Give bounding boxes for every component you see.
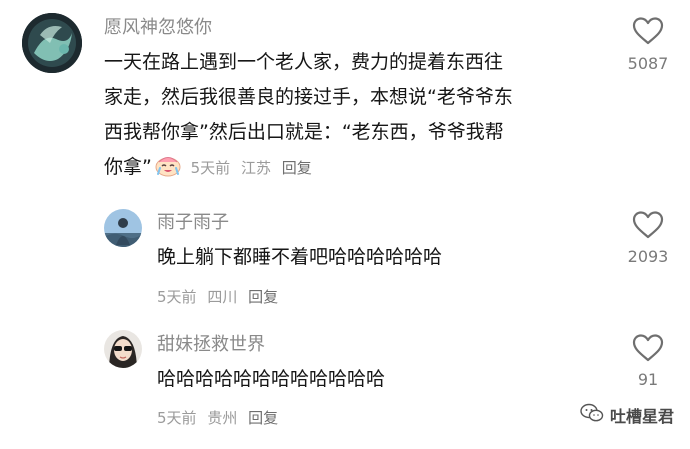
comment-3-like-button[interactable]	[631, 333, 665, 363]
comment-3-time: 5天前	[157, 409, 197, 427]
avatar-2-image	[104, 209, 142, 247]
comment-2-time: 5天前	[157, 288, 197, 306]
avatar-3[interactable]	[104, 330, 142, 368]
comment-3-like-count: 91	[637, 370, 659, 389]
comment-1-like-button[interactable]	[631, 16, 665, 46]
comment-3-location: 贵州	[207, 409, 238, 427]
comment-1-reply-button[interactable]: 回复	[282, 159, 312, 177]
watermark: 吐槽星君	[580, 403, 674, 427]
comment-1-body: 一天在路上遇到一个老人家，费力的提着东西往 家走，然后我很善良的接过手，本想说“…	[104, 45, 604, 189]
comment-3-reply-button[interactable]: 回复	[248, 409, 278, 427]
comment-1-line-4-text: 你拿”	[104, 156, 152, 178]
comment-2-body: 晚上躺下都睡不着吧哈哈哈哈哈哈	[157, 240, 597, 275]
comment-2-meta: 5天前 四川 回复	[157, 286, 284, 307]
comment-3-username[interactable]: 甜妹拯救世界	[157, 330, 265, 356]
comment-2-reply-button[interactable]: 回复	[248, 288, 278, 306]
comment-1-like-count: 5087	[627, 54, 669, 73]
comment-1-time: 5天前	[190, 159, 231, 177]
laughing-cry-emoji-icon	[154, 153, 182, 189]
watermark-text: 吐槽星君	[609, 407, 674, 426]
heart-icon	[632, 334, 664, 362]
comment-2-location: 四川	[207, 288, 238, 306]
avatar-3-image	[104, 330, 142, 368]
comment-2-like-count: 2093	[627, 247, 669, 266]
comment-2-line-1: 晚上躺下都睡不着吧哈哈哈哈哈哈	[157, 246, 443, 268]
avatar-1[interactable]	[22, 13, 82, 73]
comment-1-location: 江苏	[240, 159, 271, 177]
comment-1-line-1: 一天在路上遇到一个老人家，费力的提着东西往	[104, 51, 504, 73]
wechat-icon	[580, 403, 604, 427]
comment-1-line-4: 你拿” 5天前 江苏 回复	[104, 150, 604, 189]
comment-2-username[interactable]: 雨子雨子	[157, 208, 229, 234]
comment-1-meta: 5天前 江苏 回复	[186, 159, 318, 177]
comment-3-body: 哈哈哈哈哈哈哈哈哈哈哈哈	[157, 362, 597, 397]
avatar-1-image	[22, 13, 82, 73]
comment-1-line-2: 家走，然后我很善良的接过手，本想说“老爷爷东	[104, 86, 513, 108]
heart-icon	[632, 17, 664, 45]
avatar-2[interactable]	[104, 209, 142, 247]
comment-3-meta: 5天前 贵州 回复	[157, 407, 284, 428]
comment-3-line-1: 哈哈哈哈哈哈哈哈哈哈哈哈	[157, 368, 386, 390]
comment-1-username[interactable]: 愿风神忽悠你	[104, 13, 212, 39]
comment-1-line-3: 西我帮你拿”然后出口就是：“老东西，爷爷我帮	[104, 121, 504, 143]
heart-icon	[632, 211, 664, 239]
comment-2-like-button[interactable]	[631, 210, 665, 240]
